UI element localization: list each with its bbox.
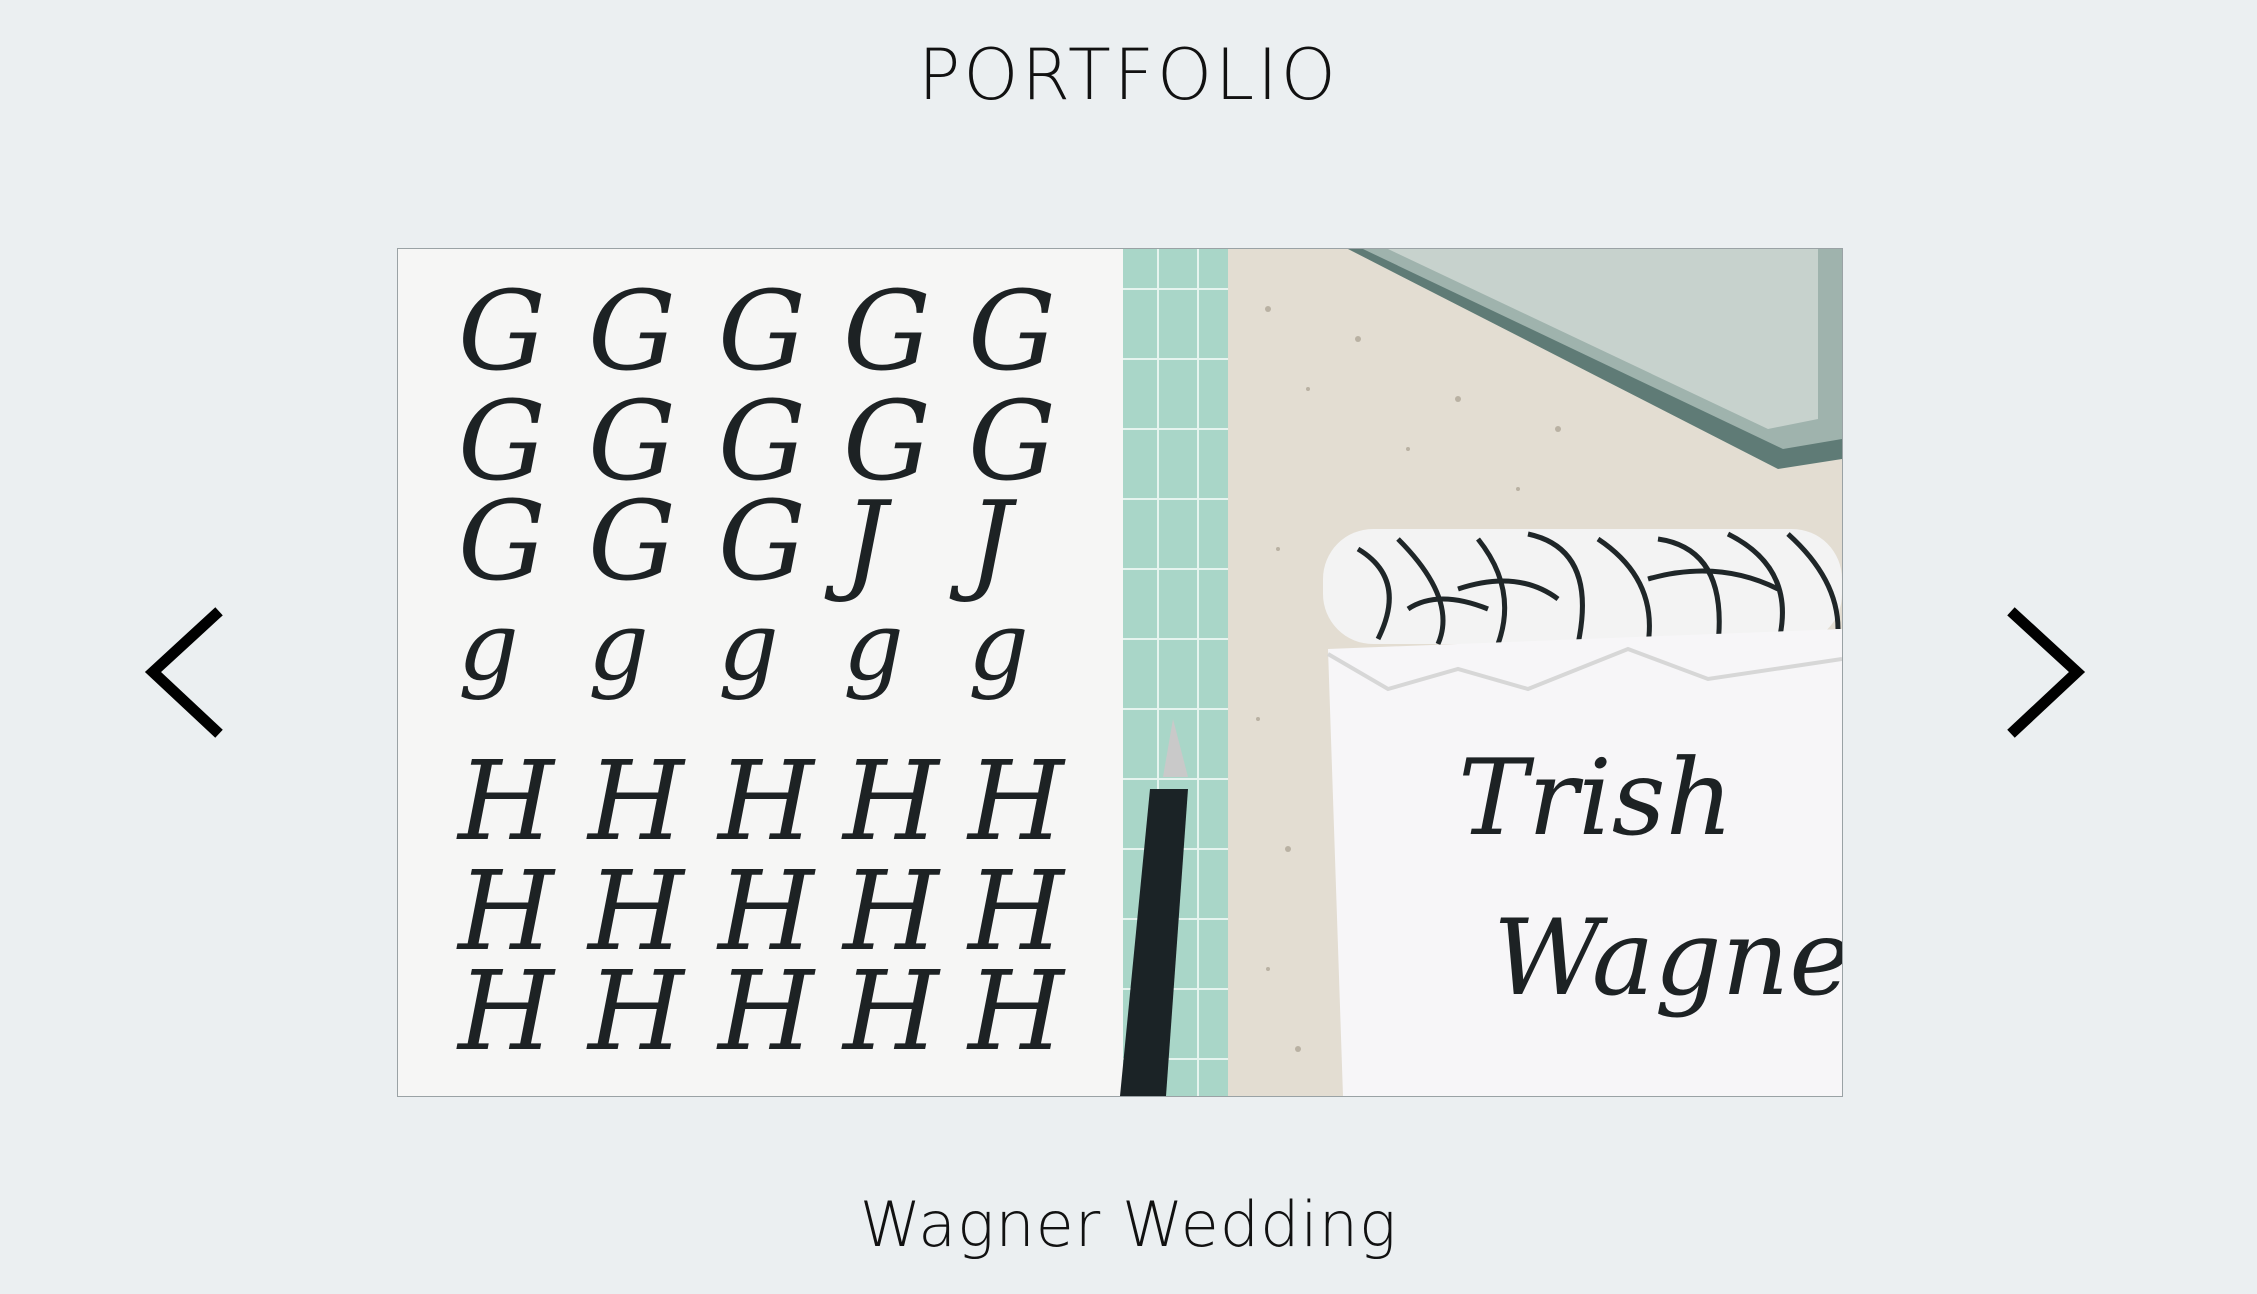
practice-letter: G: [588, 267, 676, 395]
practice-letter: H: [841, 947, 941, 1075]
chevron-left-icon: [144, 607, 223, 738]
rolled-paper: [1323, 529, 1842, 646]
practice-letter: G: [968, 267, 1056, 395]
place-card: [1328, 629, 1842, 1096]
carousel-next-button[interactable]: [1995, 600, 2095, 745]
practice-letter: G: [458, 267, 546, 395]
practice-letter: g: [843, 592, 904, 702]
practice-letter: G: [458, 477, 546, 605]
practice-letter: g: [588, 592, 649, 702]
practice-letter: G: [843, 267, 931, 395]
card-name-last: Wagner: [1493, 897, 1842, 1019]
practice-letter: H: [586, 947, 686, 1075]
slide-caption: Wagner Wedding: [859, 1188, 1398, 1261]
portfolio-page: PORTFOLIO Trish Wagn G G G G G G G G G G…: [0, 0, 2257, 1294]
carousel-prev-button[interactable]: [135, 600, 235, 745]
practice-letter: H: [456, 947, 556, 1075]
practice-letter: g: [718, 592, 779, 702]
carousel-slide-image: Trish Wagner GGGGGGGGGGGGGJJgggggHHHHHHH…: [397, 248, 1843, 1097]
practice-letter: H: [966, 947, 1066, 1075]
practice-letter: H: [841, 737, 941, 865]
practice-letter: H: [716, 947, 816, 1075]
practice-letter: G: [588, 477, 676, 605]
practice-letter: g: [968, 592, 1029, 702]
practice-letter: H: [716, 737, 816, 865]
practice-letter: H: [966, 737, 1066, 865]
practice-letter: H: [586, 737, 686, 865]
practice-letter: G: [718, 267, 806, 395]
card-name-first: Trish: [1458, 737, 1733, 859]
practice-letter: G: [718, 477, 806, 605]
calligraphy-photo: Trish Wagner GGGGGGGGGGGGGJJgggggHHHHHHH…: [398, 249, 1842, 1096]
chevron-right-icon: [2007, 607, 2086, 738]
practice-letter: g: [458, 592, 519, 702]
practice-letter: H: [456, 737, 556, 865]
page-title: PORTFOLIO: [918, 34, 1339, 116]
